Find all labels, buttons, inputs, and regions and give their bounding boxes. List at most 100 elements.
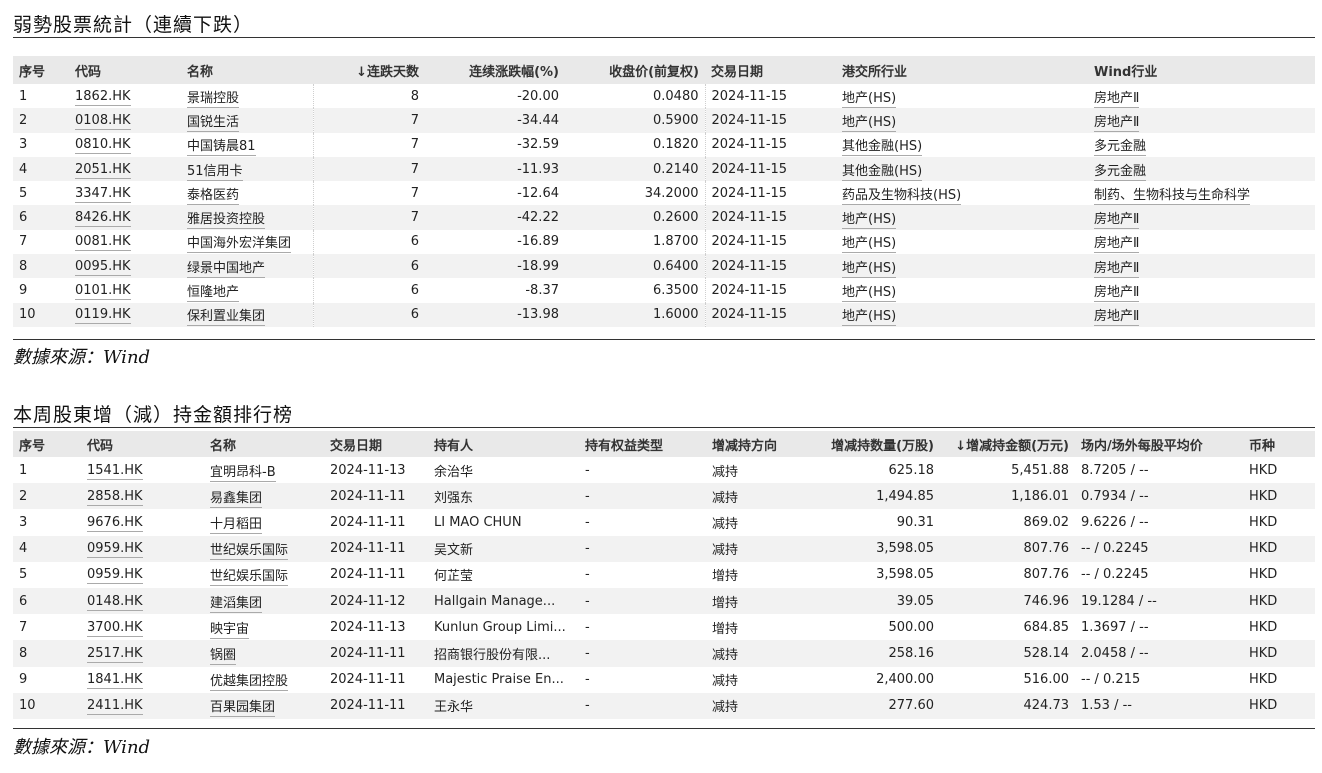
wind-industry-link-cell[interactable]: 房地产Ⅱ: [1088, 278, 1315, 303]
table-row[interactable]: 3 0810.HK 中国铸晨81 7 -32.59 0.1820 2024-11-15 其他金…: [13, 132, 1315, 157]
col-header-index[interactable]: 序号: [13, 431, 81, 457]
wind-industry-link-cell[interactable]: 房地产Ⅱ: [1088, 205, 1315, 230]
stock-name-link-cell[interactable]: 景瑞控股: [181, 84, 314, 109]
hkex-industry-link-cell[interactable]: 药品及生物科技(HS): [836, 181, 1088, 205]
stock-name-link-cell[interactable]: 恒隆地产: [181, 278, 314, 303]
stock-name-link-cell[interactable]: 绿景中国地产: [181, 254, 314, 279]
stock-code-link[interactable]: 0081.HK: [75, 234, 131, 252]
stock-name-link[interactable]: 十月稻田: [210, 516, 263, 534]
col-header-holder[interactable]: 持有人: [428, 431, 579, 457]
col-header-index[interactable]: 序号: [13, 56, 69, 84]
stock-name-link-cell[interactable]: 锅圈: [204, 640, 324, 667]
stock-code-link[interactable]: 8426.HK: [75, 210, 131, 228]
col-header-close-price[interactable]: 收盘价(前复权): [565, 56, 705, 84]
stock-code-link-cell[interactable]: 1541.HK: [81, 457, 204, 483]
stock-name-link-cell[interactable]: 世纪娱乐国际: [204, 562, 324, 588]
stock-code-link[interactable]: 2858.HK: [87, 488, 143, 506]
hkex-industry-link-cell[interactable]: 其他金融(HS): [836, 156, 1088, 182]
stock-name-link-cell[interactable]: 51信用卡: [181, 156, 314, 182]
stock-code-link[interactable]: 2517.HK: [87, 645, 143, 663]
hkex-industry-link[interactable]: 地产(HS): [842, 260, 897, 278]
hkex-industry-link[interactable]: 地产(HS): [842, 212, 897, 230]
stock-name-link[interactable]: 映宇宙: [210, 621, 250, 639]
hkex-industry-link[interactable]: 地产(HS): [842, 236, 897, 254]
stock-code-link-cell[interactable]: 0081.HK: [69, 230, 181, 254]
table-row[interactable]: 1 1541.HK 宜明昂科-B 2024-11-13 余治华 - 减持 625.18 5,45…: [13, 457, 1315, 483]
stock-name-link-cell[interactable]: 中国铸晨81: [181, 132, 314, 157]
hkex-industry-link-cell[interactable]: 地产(HS): [836, 84, 1088, 108]
stock-name-link[interactable]: 易鑫集团: [210, 490, 263, 508]
stock-code-link-cell[interactable]: 8426.HK: [69, 205, 181, 230]
stock-name-link-cell[interactable]: 雅居投资控股: [181, 205, 314, 230]
table-row[interactable]: 7 3700.HK 映宇宙 2024-11-13 Kunlun Group Limi..…: [13, 614, 1315, 640]
stock-code-link[interactable]: 0148.HK: [87, 593, 143, 611]
hkex-industry-link[interactable]: 药品及生物科技(HS): [842, 187, 962, 205]
col-header-avg-price[interactable]: 场内/场外每股平均价: [1075, 431, 1243, 457]
wind-industry-link[interactable]: 房地产Ⅱ: [1094, 114, 1140, 132]
stock-code-link[interactable]: 0959.HK: [87, 567, 143, 585]
stock-name-link[interactable]: 国锐生活: [187, 114, 240, 132]
wind-industry-link-cell[interactable]: 制药、生物科技与生命科学: [1088, 181, 1315, 205]
stock-code-link[interactable]: 1541.HK: [87, 462, 143, 480]
hkex-industry-link[interactable]: 地产(HS): [842, 114, 897, 132]
col-header-trade-date[interactable]: 交易日期: [705, 56, 836, 84]
stock-name-link[interactable]: 中国海外宏洋集团: [187, 236, 292, 254]
stock-code-link-cell[interactable]: 0095.HK: [69, 254, 181, 279]
col-header-code[interactable]: 代码: [69, 56, 181, 84]
table-row[interactable]: 8 2517.HK 锅圈 2024-11-11 招商银行股份有限... - 减持 258.16…: [13, 640, 1315, 667]
wind-industry-link[interactable]: 制药、生物科技与生命科学: [1094, 187, 1251, 205]
table-row[interactable]: 2 2858.HK 易鑫集团 2024-11-11 刘强东 - 减持 1,494.85 1,18…: [13, 483, 1315, 510]
stock-name-link[interactable]: 景瑞控股: [187, 90, 240, 108]
table-row[interactable]: 6 0148.HK 建滔集团 2024-11-12 Hallgain Manage...…: [13, 587, 1315, 615]
stock-name-link[interactable]: 泰格医药: [187, 187, 240, 205]
stock-name-link-cell[interactable]: 建滔集团: [204, 587, 324, 615]
wind-industry-link[interactable]: 房地产Ⅱ: [1094, 236, 1140, 254]
col-header-hkex-industry[interactable]: 港交所行业: [836, 56, 1088, 84]
wind-industry-link[interactable]: 房地产Ⅱ: [1094, 309, 1140, 327]
wind-industry-link-cell[interactable]: 多元金融: [1088, 133, 1315, 157]
stock-code-link-cell[interactable]: 0810.HK: [69, 133, 181, 157]
stock-code-link-cell[interactable]: 1862.HK: [69, 84, 181, 108]
wind-industry-link[interactable]: 多元金融: [1094, 139, 1147, 157]
stock-code-link[interactable]: 0108.HK: [75, 112, 131, 130]
stock-name-link-cell[interactable]: 世纪娱乐国际: [204, 535, 324, 562]
col-header-direction[interactable]: 增减持方向: [706, 431, 805, 457]
stock-name-link-cell[interactable]: 映宇宙: [204, 614, 324, 640]
stock-code-link-cell[interactable]: 3700.HK: [81, 614, 204, 640]
stock-code-link[interactable]: 2051.HK: [75, 161, 131, 179]
stock-code-link-cell[interactable]: 2051.HK: [69, 156, 181, 182]
table-row[interactable]: 9 0101.HK 恒隆地产 6 -8.37 6.3500 2024-11-15 地产(HS)…: [13, 278, 1315, 303]
wind-industry-link[interactable]: 房地产Ⅱ: [1094, 285, 1140, 303]
hkex-industry-link-cell[interactable]: 地产(HS): [836, 230, 1088, 254]
wind-industry-link-cell[interactable]: 房地产Ⅱ: [1088, 230, 1315, 254]
wind-industry-link[interactable]: 多元金融: [1094, 163, 1147, 181]
stock-code-link-cell[interactable]: 3347.HK: [69, 181, 181, 205]
col-header-down-days[interactable]: ↓连跌天数: [313, 56, 425, 84]
col-header-equity-type[interactable]: 持有权益类型: [579, 431, 706, 457]
stock-name-link[interactable]: 雅居投资控股: [187, 212, 266, 230]
wind-industry-link[interactable]: 房地产Ⅱ: [1094, 90, 1140, 108]
hkex-industry-link[interactable]: 其他金融(HS): [842, 139, 923, 157]
stock-name-link[interactable]: 锅圈: [210, 647, 237, 665]
col-header-code[interactable]: 代码: [81, 431, 204, 457]
col-header-change-qty[interactable]: 增减持数量(万股): [805, 431, 940, 457]
stock-name-link-cell[interactable]: 国锐生活: [181, 108, 314, 133]
stock-name-link-cell[interactable]: 宜明昂科-B: [204, 457, 324, 483]
table-row[interactable]: 7 0081.HK 中国海外宏洋集团 6 -16.89 1.8700 2024-11-15 地…: [13, 229, 1315, 255]
stock-code-link[interactable]: 3700.HK: [87, 619, 143, 637]
wind-industry-link-cell[interactable]: 多元金融: [1088, 156, 1315, 182]
hkex-industry-link[interactable]: 地产(HS): [842, 285, 897, 303]
hkex-industry-link-cell[interactable]: 地产(HS): [836, 302, 1088, 327]
table-row[interactable]: 10 0119.HK 保利置业集团 6 -13.98 1.6000 2024-11-15 地产…: [13, 302, 1315, 327]
table-row[interactable]: 4 2051.HK 51信用卡 7 -11.93 0.2140 2024-11-15 其他金融…: [13, 156, 1315, 182]
stock-name-link-cell[interactable]: 百果园集团: [204, 692, 324, 719]
stock-code-link-cell[interactable]: 0148.HK: [81, 587, 204, 615]
table-row[interactable]: 5 0959.HK 世纪娱乐国际 2024-11-11 何芷莹 - 增持 3,598.05 80…: [13, 562, 1315, 588]
col-header-trade-date[interactable]: 交易日期: [324, 431, 428, 457]
table-row[interactable]: 4 0959.HK 世纪娱乐国际 2024-11-11 吴文新 - 减持 3,598.05 80…: [13, 535, 1315, 562]
stock-name-link[interactable]: 优越集团控股: [210, 674, 289, 692]
stock-code-link[interactable]: 0810.HK: [75, 137, 131, 155]
stock-name-link[interactable]: 世纪娱乐国际: [210, 543, 289, 561]
hkex-industry-link-cell[interactable]: 地产(HS): [836, 254, 1088, 279]
stock-code-link[interactable]: 2411.HK: [87, 698, 143, 716]
